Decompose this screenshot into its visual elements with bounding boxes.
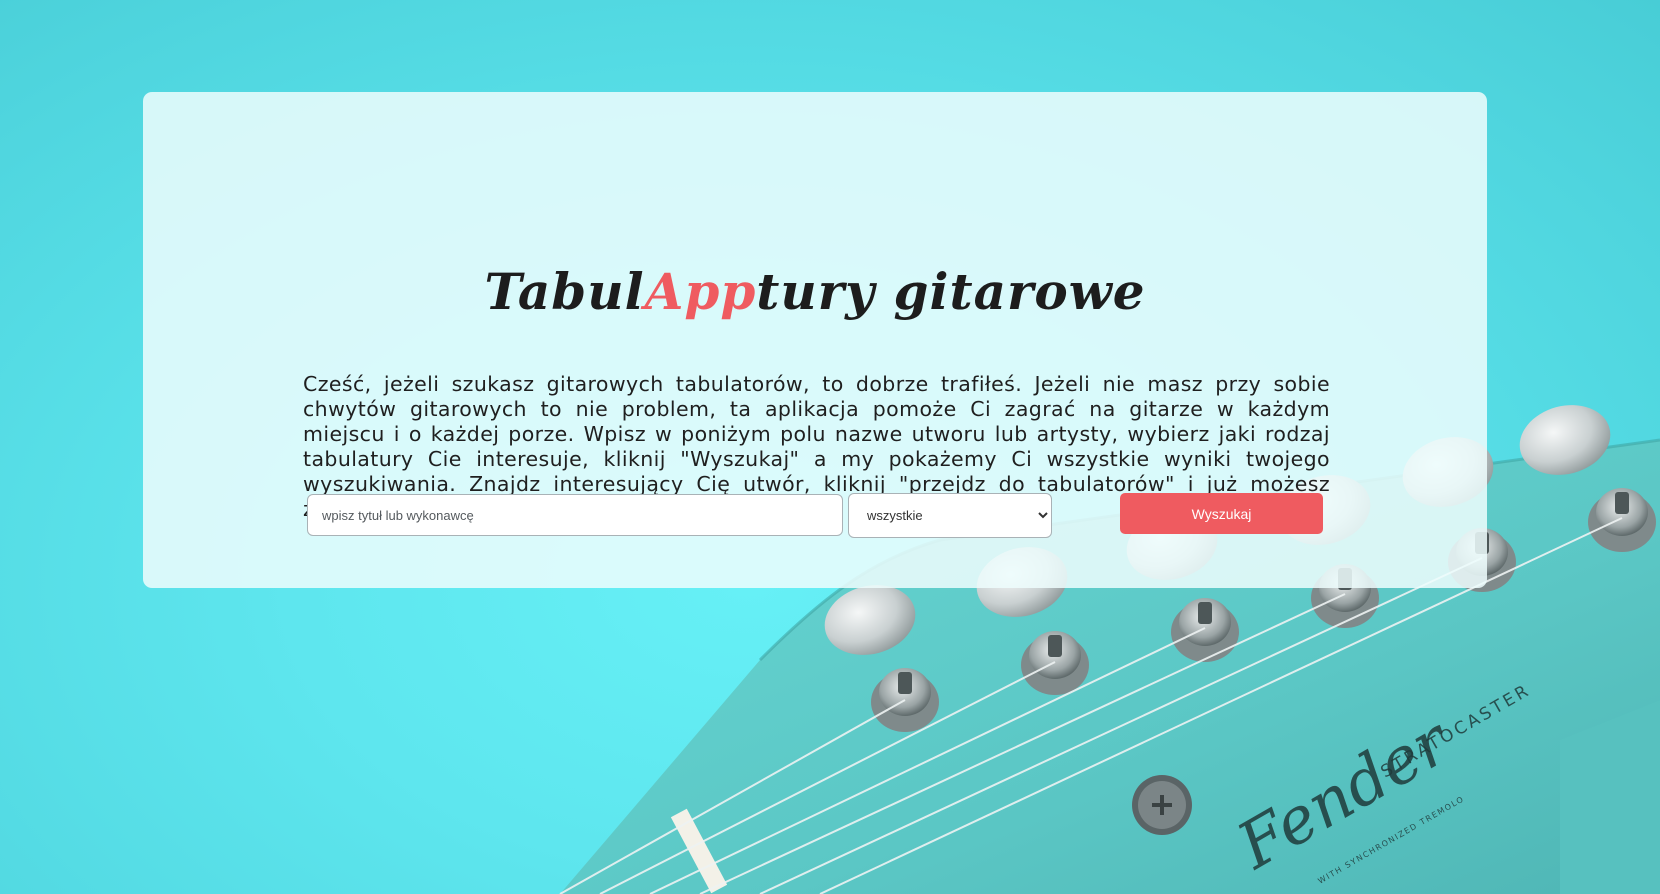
app-title: TabulApptury gitarowe <box>143 262 1487 322</box>
title-part-1: Tabul <box>484 262 645 321</box>
search-button[interactable]: Wyszukaj <box>1120 493 1323 534</box>
search-input[interactable] <box>307 494 843 536</box>
title-accent: App <box>644 262 757 321</box>
search-card: TabulApptury gitarowe Cześć, jeżeli szuk… <box>143 92 1487 588</box>
title-part-2: tury gitarowe <box>756 262 1146 321</box>
tab-type-select[interactable]: wszystkie <box>848 493 1052 538</box>
